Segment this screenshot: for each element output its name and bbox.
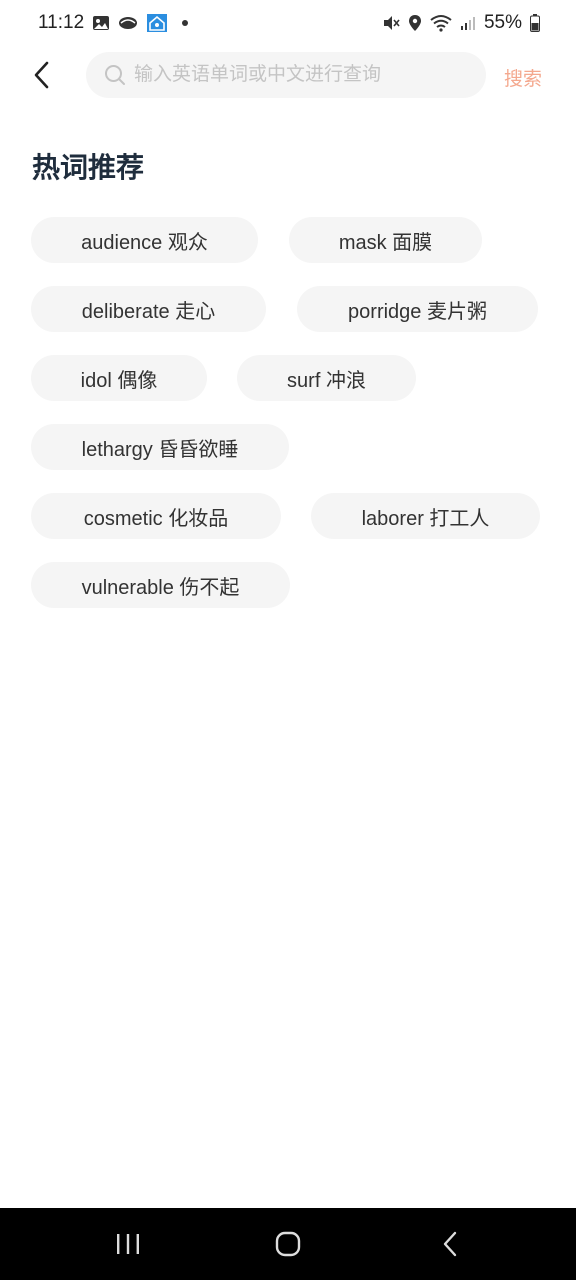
search-button[interactable]: 搜索 bbox=[504, 64, 542, 91]
hot-word-chip-idol[interactable]: idol 偶像 bbox=[31, 355, 207, 401]
battery-percent: 55% bbox=[483, 12, 522, 33]
status-left: 11:12 bbox=[38, 12, 189, 34]
recent-apps-icon bbox=[117, 1234, 139, 1254]
gallery-icon bbox=[92, 15, 110, 31]
hot-word-chip-surf[interactable]: surf 冲浪 bbox=[237, 355, 416, 401]
hot-words-title: 热词推荐 bbox=[32, 152, 145, 183]
battery-icon bbox=[530, 14, 540, 32]
home-button[interactable] bbox=[268, 1228, 308, 1260]
hot-word-chip-mask[interactable]: mask 面膜 bbox=[289, 217, 482, 263]
notification-dot-icon bbox=[182, 20, 189, 26]
signal-icon bbox=[460, 15, 476, 31]
status-right: 55% bbox=[382, 12, 540, 34]
hot-word-chip-laborer[interactable]: laborer 打工人 bbox=[311, 493, 540, 539]
system-navigation-bar bbox=[0, 1208, 576, 1280]
hot-word-chip-vulnerable[interactable]: vulnerable 伤不起 bbox=[31, 562, 290, 608]
app-notification-icon bbox=[118, 15, 138, 31]
back-button[interactable] bbox=[26, 57, 56, 93]
status-time: 11:12 bbox=[38, 12, 85, 33]
home-icon bbox=[275, 1231, 301, 1257]
hot-word-chip-lethargy[interactable]: lethargy 昏昏欲睡 bbox=[31, 424, 289, 470]
status-bar: 11:12 55% bbox=[0, 0, 576, 46]
back-arrow-icon bbox=[443, 1231, 457, 1257]
back-nav-button[interactable] bbox=[430, 1228, 470, 1260]
search-header: 搜索 bbox=[0, 50, 576, 100]
hot-word-chip-porridge[interactable]: porridge 麦片粥 bbox=[297, 286, 538, 332]
home-app-icon bbox=[146, 13, 168, 33]
wifi-icon bbox=[430, 14, 452, 32]
chevron-left-icon bbox=[34, 61, 49, 89]
recent-apps-button[interactable] bbox=[108, 1228, 148, 1260]
search-bar[interactable] bbox=[86, 52, 486, 98]
hot-word-chip-deliberate[interactable]: deliberate 走心 bbox=[31, 286, 266, 332]
hot-word-chip-audience[interactable]: audience 观众 bbox=[31, 217, 258, 263]
search-icon bbox=[104, 64, 126, 86]
mute-icon bbox=[382, 14, 400, 32]
location-icon bbox=[408, 14, 422, 32]
search-input[interactable] bbox=[134, 64, 464, 86]
hot-word-chip-cosmetic[interactable]: cosmetic 化妆品 bbox=[31, 493, 281, 539]
